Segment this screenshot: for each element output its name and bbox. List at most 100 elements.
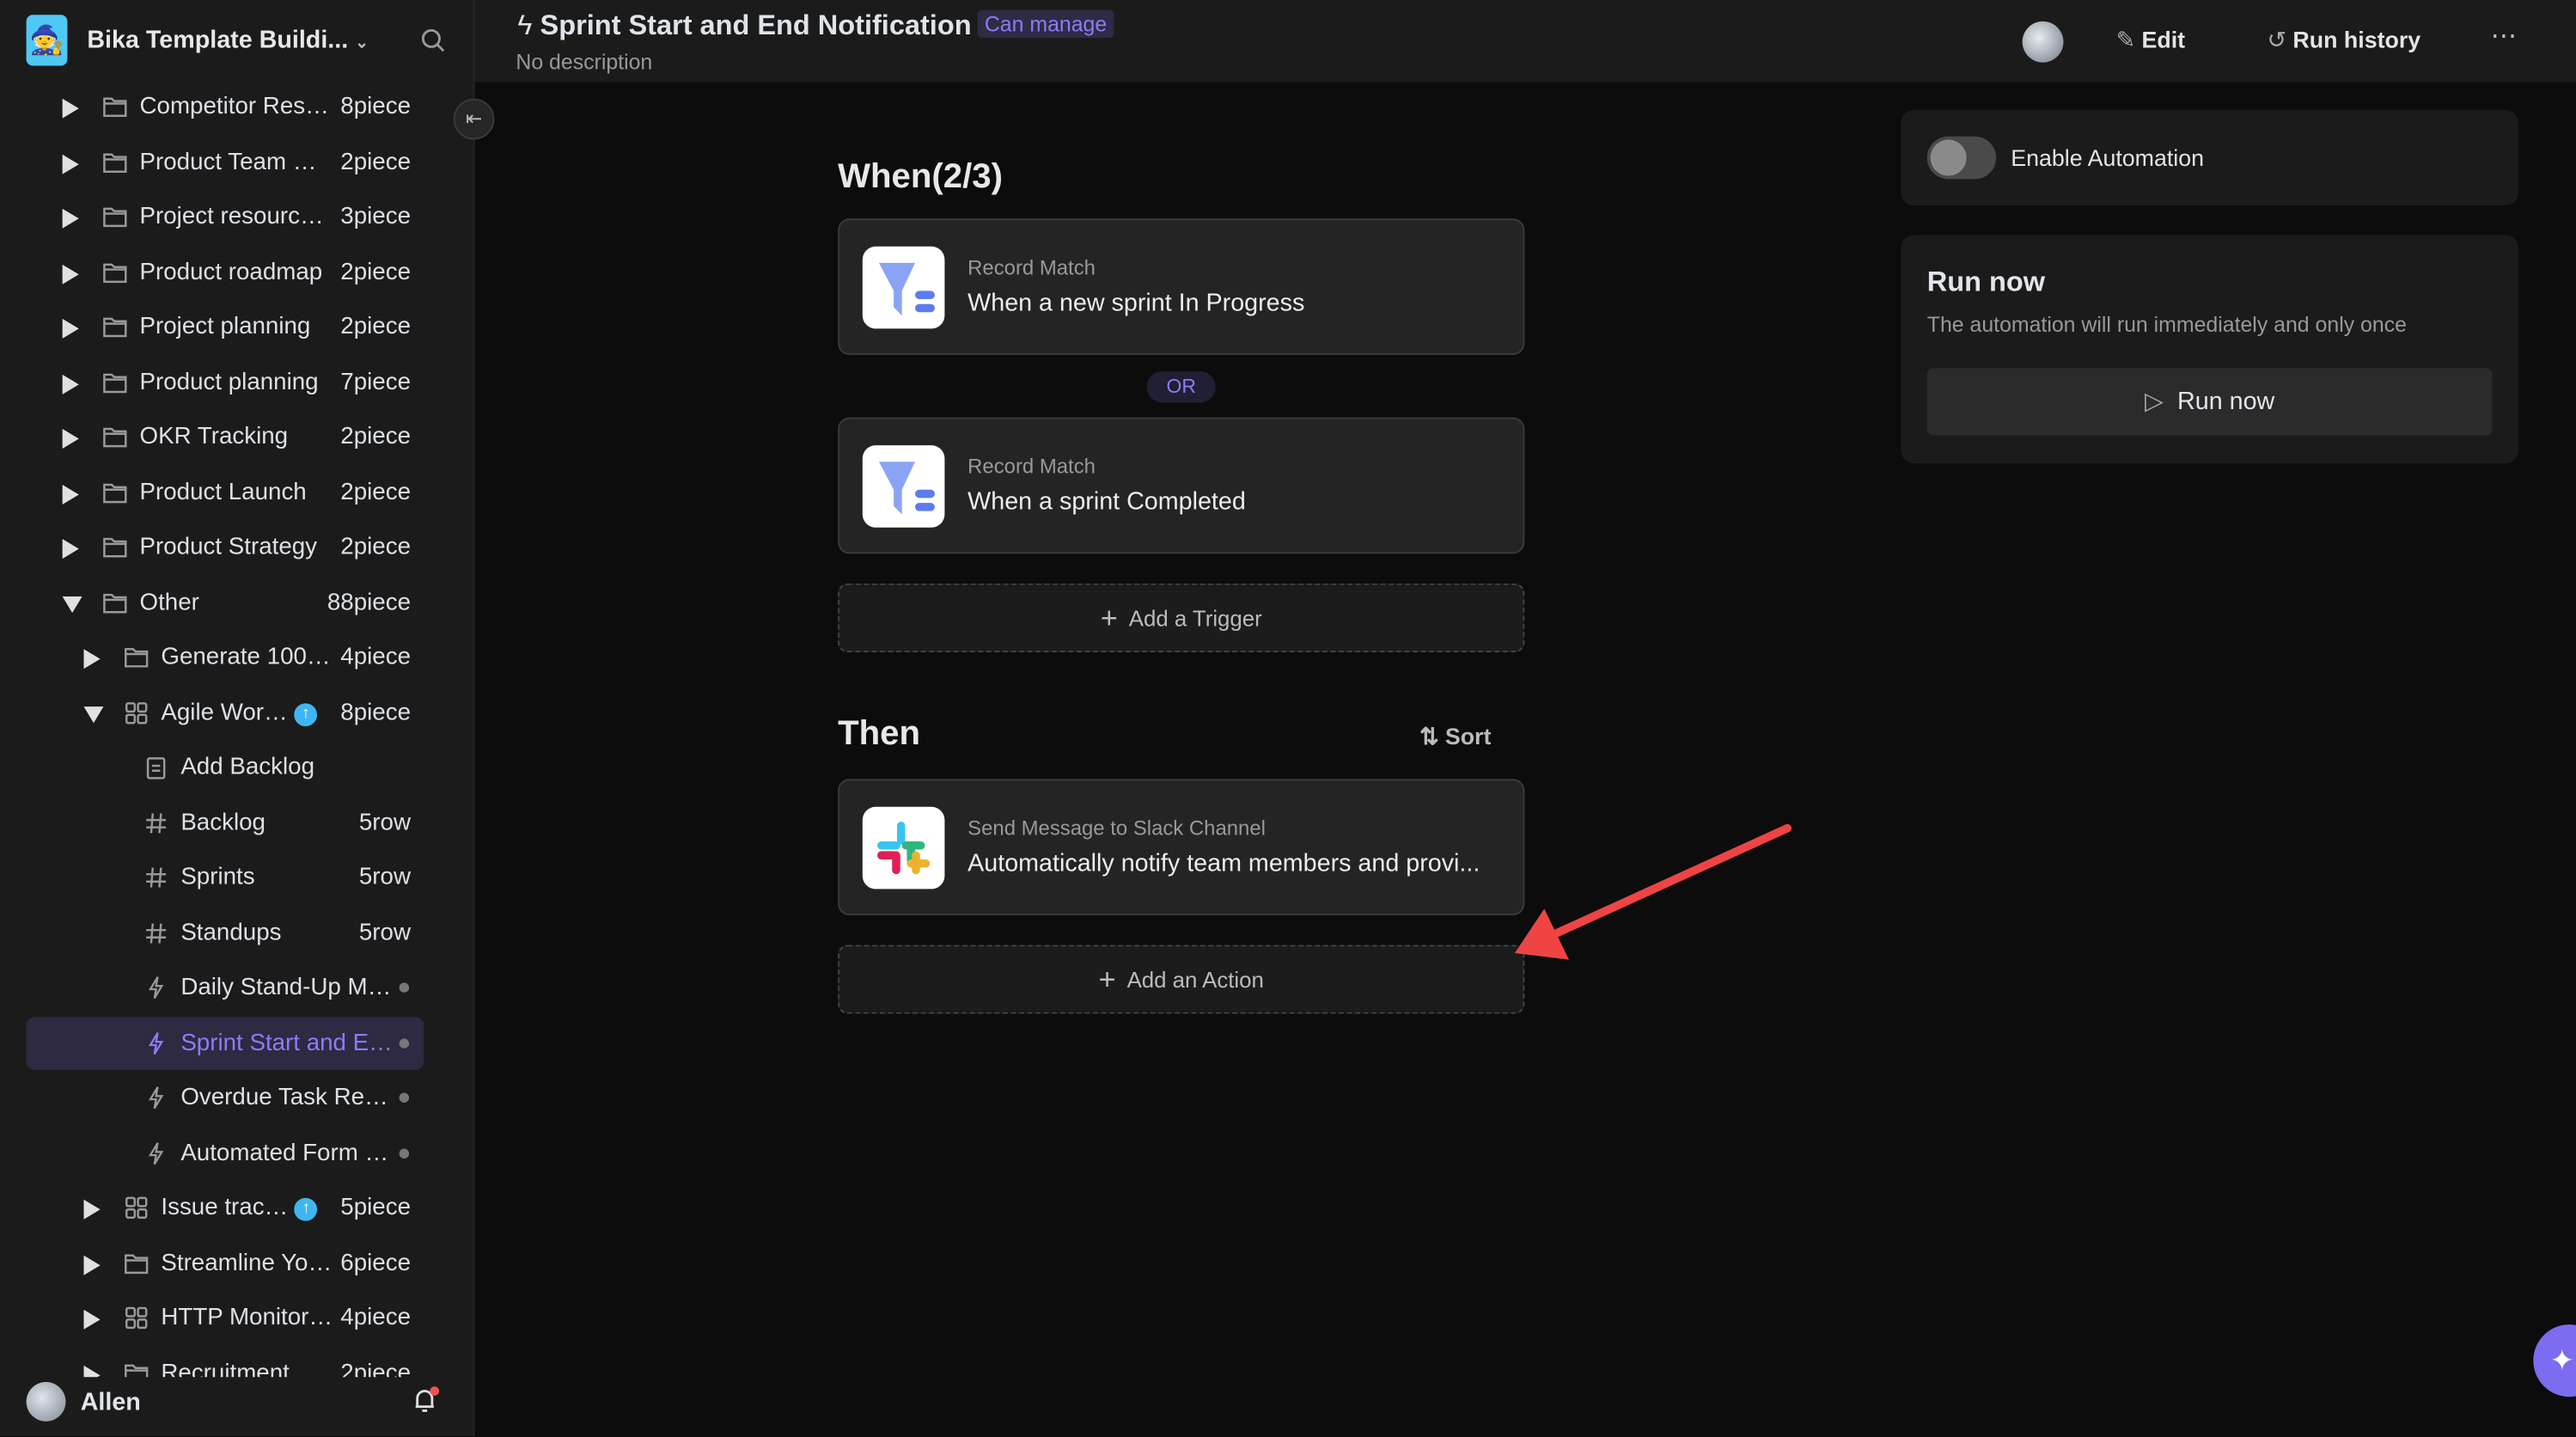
tree-item[interactable]: Daily Stand-Up M… bbox=[27, 962, 424, 1014]
collapsed-caret-icon[interactable] bbox=[83, 1364, 101, 1377]
tree-item-label: Standups bbox=[180, 919, 282, 946]
upgrade-arrow-icon: ↑ bbox=[294, 1197, 318, 1221]
automation-icon bbox=[143, 1085, 169, 1111]
edit-button[interactable]: ✎ Edit bbox=[2116, 27, 2185, 55]
tree-item[interactable]: Issue trac… ↑ 5piece bbox=[27, 1182, 424, 1234]
collapsed-caret-icon[interactable] bbox=[62, 153, 79, 174]
upgrade-arrow-icon: ↑ bbox=[294, 702, 318, 726]
automation-description: No description bbox=[516, 49, 653, 75]
add-trigger-button[interactable]: + Add a Trigger bbox=[838, 583, 1525, 653]
collapsed-caret-icon[interactable] bbox=[62, 484, 79, 504]
collapsed-caret-icon[interactable] bbox=[62, 208, 79, 229]
tree-item[interactable]: Sprints 5row bbox=[27, 851, 424, 903]
tree-item-label: Sprint Start and E… bbox=[180, 1029, 393, 1056]
space-logo[interactable]: 🧙 bbox=[26, 15, 68, 66]
search-icon[interactable] bbox=[420, 28, 445, 53]
collapsed-caret-icon[interactable] bbox=[83, 1254, 101, 1275]
tree-item-label: Product Launch bbox=[139, 479, 307, 505]
chevron-down-icon: ⌄ bbox=[355, 34, 369, 53]
collapsed-caret-icon[interactable] bbox=[62, 263, 79, 284]
tree-item-label: Automated Form … bbox=[180, 1139, 389, 1166]
trigger-type: Record Match bbox=[968, 455, 1096, 479]
collaborator-avatar[interactable] bbox=[2022, 21, 2064, 63]
tree-item[interactable]: Product Strategy 2piece bbox=[27, 521, 424, 573]
tree-item-count: 4piece bbox=[340, 644, 411, 671]
folder-icon bbox=[102, 94, 129, 120]
plus-icon: + bbox=[1100, 601, 1118, 635]
tree-item-label: Product roadmap bbox=[139, 259, 323, 285]
database-grid-icon bbox=[123, 1195, 150, 1221]
tree-item-label: Recruitment bbox=[161, 1360, 290, 1377]
toggle-knob bbox=[1930, 139, 1967, 176]
tree-item[interactable]: Product Launch 2piece bbox=[27, 466, 424, 518]
collapsed-caret-icon[interactable] bbox=[83, 649, 101, 670]
tree-item[interactable]: Agile Wor… ↑ 8piece bbox=[27, 686, 424, 738]
tree-item[interactable]: Project resourc… 3piece bbox=[27, 191, 424, 243]
plus-icon: + bbox=[1098, 963, 1116, 996]
automation-icon bbox=[143, 1030, 169, 1056]
tree-item-count: 2piece bbox=[340, 479, 411, 505]
action-card[interactable]: Send Message to Slack Channel Automatica… bbox=[838, 779, 1525, 915]
collapsed-caret-icon[interactable] bbox=[62, 373, 79, 394]
database-grid-icon bbox=[123, 700, 150, 726]
run-history-button[interactable]: ↺ Run history bbox=[2268, 27, 2421, 55]
tree-item[interactable]: Add Backlog bbox=[27, 741, 424, 793]
trigger-card[interactable]: Record Match When a new sprint In Progre… bbox=[838, 218, 1525, 355]
collapsed-caret-icon[interactable] bbox=[83, 1309, 101, 1330]
folder-icon bbox=[102, 424, 129, 450]
tree-item[interactable]: Recruitment 2piece bbox=[27, 1347, 424, 1377]
collapsed-caret-icon[interactable] bbox=[62, 429, 79, 449]
tree-item[interactable]: Standups 5row bbox=[27, 906, 424, 958]
tree-item[interactable]: HTTP Monitor… 4piece bbox=[27, 1292, 424, 1344]
trigger-text: When a sprint Completed bbox=[968, 487, 1246, 517]
tree-item-count: 88piece bbox=[327, 589, 411, 616]
collapse-sidebar-button[interactable]: ⇤ bbox=[453, 98, 495, 140]
tree-item-label: Agile Wor… ↑ bbox=[161, 700, 318, 726]
tree-item-count: 8piece bbox=[340, 699, 411, 726]
tree-item[interactable]: Product roadmap 2piece bbox=[27, 246, 424, 298]
tree-item[interactable]: Sprint Start and E… bbox=[26, 1016, 424, 1069]
more-options-icon[interactable]: ⋯ bbox=[2491, 20, 2518, 52]
trigger-type: Record Match bbox=[968, 256, 1096, 280]
tree-item[interactable]: Backlog 5row bbox=[27, 796, 424, 848]
tree-item[interactable]: Product planning 7piece bbox=[27, 356, 424, 408]
tree-item[interactable]: OKR Tracking 2piece bbox=[27, 411, 424, 463]
user-avatar[interactable] bbox=[26, 1381, 66, 1422]
collapsed-caret-icon[interactable] bbox=[62, 539, 79, 560]
tree-item-label: Project planning bbox=[139, 314, 311, 340]
tree-item-label: HTTP Monitor… bbox=[161, 1305, 333, 1331]
tree-item[interactable]: Product Team … 2piece bbox=[27, 136, 424, 188]
folder-icon bbox=[102, 259, 129, 285]
when-section-title: When(2/3) bbox=[838, 157, 1003, 196]
tree-item[interactable]: Competitor Res… 8piece bbox=[27, 81, 424, 133]
tree-item-label: Issue trac… ↑ bbox=[161, 1195, 318, 1221]
tree-item-label: Overdue Task Re… bbox=[180, 1084, 388, 1111]
expanded-caret-icon[interactable] bbox=[83, 706, 104, 723]
tree-item[interactable]: Automated Form … bbox=[27, 1127, 424, 1179]
tree-item[interactable]: Other 88piece bbox=[27, 576, 424, 628]
ai-assistant-button[interactable]: ✦ bbox=[2533, 1324, 2576, 1397]
sort-button[interactable]: ⇅ Sort bbox=[1419, 723, 1491, 751]
tree-item-count: 6piece bbox=[340, 1250, 411, 1276]
run-now-button[interactable]: ▷ Run now bbox=[1926, 368, 2493, 436]
space-switcher[interactable]: Bika Template Buildi... ⌄ bbox=[87, 27, 369, 55]
tree-item[interactable]: Generate 100… 4piece bbox=[27, 631, 424, 683]
trigger-text: When a new sprint In Progress bbox=[968, 289, 1305, 318]
add-action-button[interactable]: + Add an Action bbox=[838, 945, 1525, 1014]
status-dot bbox=[399, 982, 410, 993]
trigger-card[interactable]: Record Match When a sprint Completed bbox=[838, 417, 1525, 554]
collapsed-caret-icon[interactable] bbox=[83, 1199, 101, 1220]
expanded-caret-icon[interactable] bbox=[62, 596, 82, 613]
collapsed-caret-icon[interactable] bbox=[62, 98, 79, 119]
tree-item[interactable]: Overdue Task Re… bbox=[27, 1072, 424, 1124]
collapsed-caret-icon[interactable] bbox=[62, 318, 79, 339]
tree-item-count: 2piece bbox=[340, 259, 411, 285]
folder-icon bbox=[102, 534, 129, 560]
tree-item[interactable]: Project planning 2piece bbox=[27, 301, 424, 353]
tree-item-label: Other bbox=[139, 589, 199, 616]
record-match-filter-icon bbox=[862, 445, 945, 528]
tree-item[interactable]: Streamline Yo… 6piece bbox=[27, 1237, 424, 1289]
folder-icon bbox=[102, 589, 129, 615]
notification-bell-icon[interactable] bbox=[411, 1385, 440, 1415]
enable-automation-toggle[interactable] bbox=[1926, 136, 1997, 180]
